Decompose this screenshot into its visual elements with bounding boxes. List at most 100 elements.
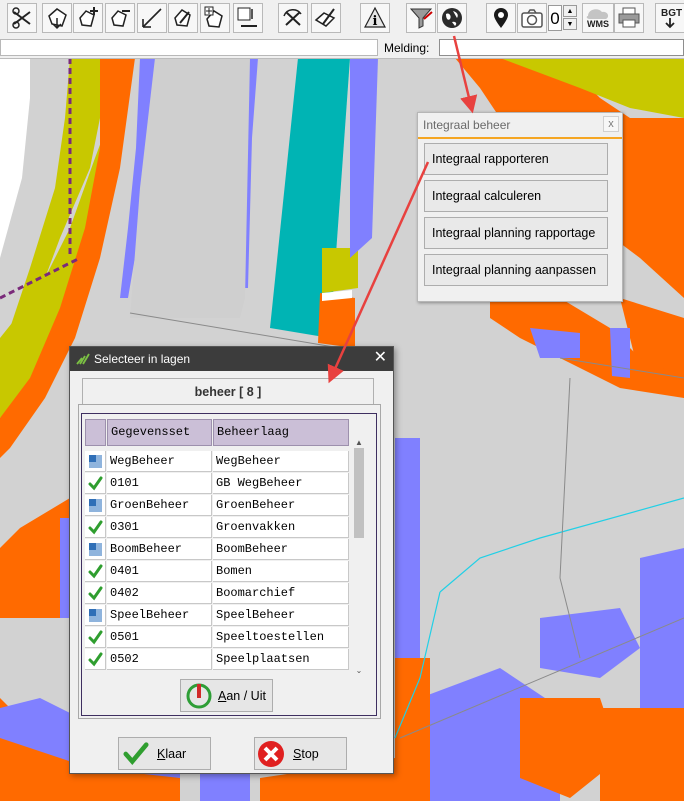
cell-gegevensset[interactable]: GroenBeheer bbox=[107, 495, 212, 516]
row-status-cell[interactable] bbox=[85, 451, 106, 472]
cell-gegevensset[interactable]: 0402 bbox=[107, 583, 212, 604]
polygon-select-button[interactable] bbox=[42, 3, 72, 33]
check-icon bbox=[88, 520, 103, 535]
cell-gegevensset[interactable]: 0301 bbox=[107, 517, 212, 538]
polygon-plus-button[interactable] bbox=[200, 3, 230, 33]
spinner-up-icon[interactable]: ▲ bbox=[563, 5, 577, 17]
polygon-add-button[interactable] bbox=[73, 3, 103, 33]
cell-gegevensset[interactable]: 0502 bbox=[107, 649, 212, 670]
table-row[interactable]: 0501 Speeltoestellen bbox=[85, 627, 353, 649]
table-row[interactable]: 0401 Bomen bbox=[85, 561, 353, 583]
vertical-scrollbar[interactable]: ▲ ⌄ bbox=[352, 438, 366, 676]
row-status-cell[interactable] bbox=[85, 517, 106, 538]
text-tool-button[interactable] bbox=[233, 3, 263, 33]
klaar-button[interactable]: Klaar bbox=[118, 737, 211, 770]
cell-beheerlaag[interactable]: Groenvakken bbox=[213, 517, 349, 538]
line-angle-button[interactable] bbox=[137, 3, 167, 33]
table-row[interactable]: BoomBeheer BoomBeheer bbox=[85, 539, 353, 561]
table-row[interactable]: 0502 Speelplaatsen bbox=[85, 649, 353, 671]
melding-field[interactable] bbox=[439, 39, 684, 56]
tab-beheer[interactable]: beheer [ 8 ] bbox=[82, 378, 374, 404]
cell-gegevensset[interactable]: BoomBeheer bbox=[107, 539, 212, 560]
table-row[interactable]: 0101 GB WegBeheer bbox=[85, 473, 353, 495]
cell-beheerlaag[interactable]: SpeelBeheer bbox=[213, 605, 349, 626]
cell-beheerlaag[interactable]: WegBeheer bbox=[213, 451, 349, 472]
print-button[interactable] bbox=[614, 3, 644, 33]
spinner-down-icon[interactable]: ▼ bbox=[563, 18, 577, 30]
edit-pencil-button[interactable] bbox=[168, 3, 198, 33]
count-spinner: ▲ ▼ bbox=[563, 5, 577, 31]
cell-beheerlaag[interactable]: Speelplaatsen bbox=[213, 649, 349, 670]
row-status-cell[interactable] bbox=[85, 605, 106, 626]
camera-button[interactable] bbox=[517, 3, 547, 33]
layer-edit-button[interactable] bbox=[311, 3, 341, 33]
stop-button[interactable]: Stop bbox=[254, 737, 347, 770]
bgt-label: BGT bbox=[661, 8, 682, 19]
column-header-beheerlaag[interactable]: Beheerlaag bbox=[213, 419, 349, 446]
popup-title: Integraal beheer bbox=[423, 118, 511, 132]
popup-close-button[interactable]: x bbox=[603, 116, 619, 132]
undo-scissors-button[interactable] bbox=[278, 3, 308, 33]
info-icon: i bbox=[364, 6, 386, 29]
stop-icon bbox=[258, 741, 284, 767]
dialog-close-button[interactable]: ✕ bbox=[374, 349, 387, 367]
row-status-cell[interactable] bbox=[85, 583, 106, 604]
cell-gegevensset[interactable]: 0101 bbox=[107, 473, 212, 494]
map-pin-button[interactable] bbox=[486, 3, 516, 33]
table-row[interactable]: 0402 Boomarchief bbox=[85, 583, 353, 605]
integraal-planning-rapportage-button[interactable]: Integraal planning rapportage bbox=[424, 217, 608, 249]
integraal-globe-button[interactable] bbox=[437, 3, 467, 33]
integraal-calculeren-button[interactable]: Integraal calculeren bbox=[424, 180, 608, 212]
layer-grid: Gegevensset Beheerlaag WegBeheer WegBehee… bbox=[85, 419, 353, 673]
cell-beheerlaag[interactable]: Boomarchief bbox=[213, 583, 349, 604]
wms-button[interactable]: WMS bbox=[582, 3, 614, 33]
table-row[interactable]: GroenBeheer GroenBeheer bbox=[85, 495, 353, 517]
polygon-add-icon bbox=[79, 7, 98, 27]
cell-beheerlaag[interactable]: Bomen bbox=[213, 561, 349, 582]
info-button[interactable]: i bbox=[360, 3, 390, 33]
status-bar: Melding: bbox=[0, 38, 684, 59]
check-icon bbox=[88, 630, 103, 645]
count-spinner-value[interactable]: 0 bbox=[548, 5, 562, 31]
group-square-icon bbox=[89, 543, 102, 556]
cell-gegevensset[interactable]: 0401 bbox=[107, 561, 212, 582]
integraal-globe-icon bbox=[442, 8, 462, 28]
scroll-down-icon[interactable]: ⌄ bbox=[352, 666, 366, 676]
layer-edit-icon bbox=[314, 8, 336, 27]
row-status-cell[interactable] bbox=[85, 495, 106, 516]
tab-panel: Gegevensset Beheerlaag WegBeheer WegBehee… bbox=[78, 404, 381, 719]
row-status-cell[interactable] bbox=[85, 627, 106, 648]
check-icon bbox=[88, 586, 103, 601]
funnel-filter-button[interactable] bbox=[406, 3, 436, 33]
cell-gegevensset[interactable]: WegBeheer bbox=[107, 451, 212, 472]
aan-uit-button[interactable]: Aan / Uit bbox=[180, 679, 273, 712]
row-status-cell[interactable] bbox=[85, 539, 106, 560]
scrollbar-thumb[interactable] bbox=[354, 448, 364, 538]
cell-gegevensset[interactable]: SpeelBeheer bbox=[107, 605, 212, 626]
scissors-tool-button[interactable] bbox=[7, 3, 37, 33]
cell-beheerlaag[interactable]: BoomBeheer bbox=[213, 539, 349, 560]
table-row[interactable]: 0301 Groenvakken bbox=[85, 517, 353, 539]
table-row[interactable]: WegBeheer WegBeheer bbox=[85, 451, 353, 473]
column-header-gegevensset[interactable]: Gegevensset bbox=[107, 419, 212, 446]
cell-beheerlaag[interactable]: Speeltoestellen bbox=[213, 627, 349, 648]
polygon-remove-button[interactable] bbox=[105, 3, 135, 33]
cell-beheerlaag[interactable]: GroenBeheer bbox=[213, 495, 349, 516]
group-square-icon bbox=[89, 609, 102, 622]
cell-gegevensset[interactable]: 0501 bbox=[107, 627, 212, 648]
row-status-cell[interactable] bbox=[85, 649, 106, 670]
dialog-title-bar: Selecteer in lagen ✕ bbox=[70, 347, 393, 371]
row-status-cell[interactable] bbox=[85, 561, 106, 582]
check-icon bbox=[88, 476, 103, 491]
bgt-download-button[interactable]: BGT bbox=[655, 3, 684, 33]
edit-pencil-icon bbox=[174, 9, 191, 27]
dialog-title: Selecteer in lagen bbox=[94, 352, 191, 366]
row-status-cell[interactable] bbox=[85, 473, 106, 494]
table-row[interactable]: SpeelBeheer SpeelBeheer bbox=[85, 605, 353, 627]
cell-beheerlaag[interactable]: GB WegBeheer bbox=[213, 473, 349, 494]
integraal-rapporteren-button[interactable]: Integraal rapporteren bbox=[424, 143, 608, 175]
power-icon bbox=[186, 683, 212, 709]
scroll-up-icon[interactable]: ▲ bbox=[352, 438, 366, 448]
integraal-planning-aanpassen-button[interactable]: Integraal planning aanpassen bbox=[424, 254, 608, 286]
popup-title-bar: Integraal beheer x bbox=[418, 113, 622, 139]
